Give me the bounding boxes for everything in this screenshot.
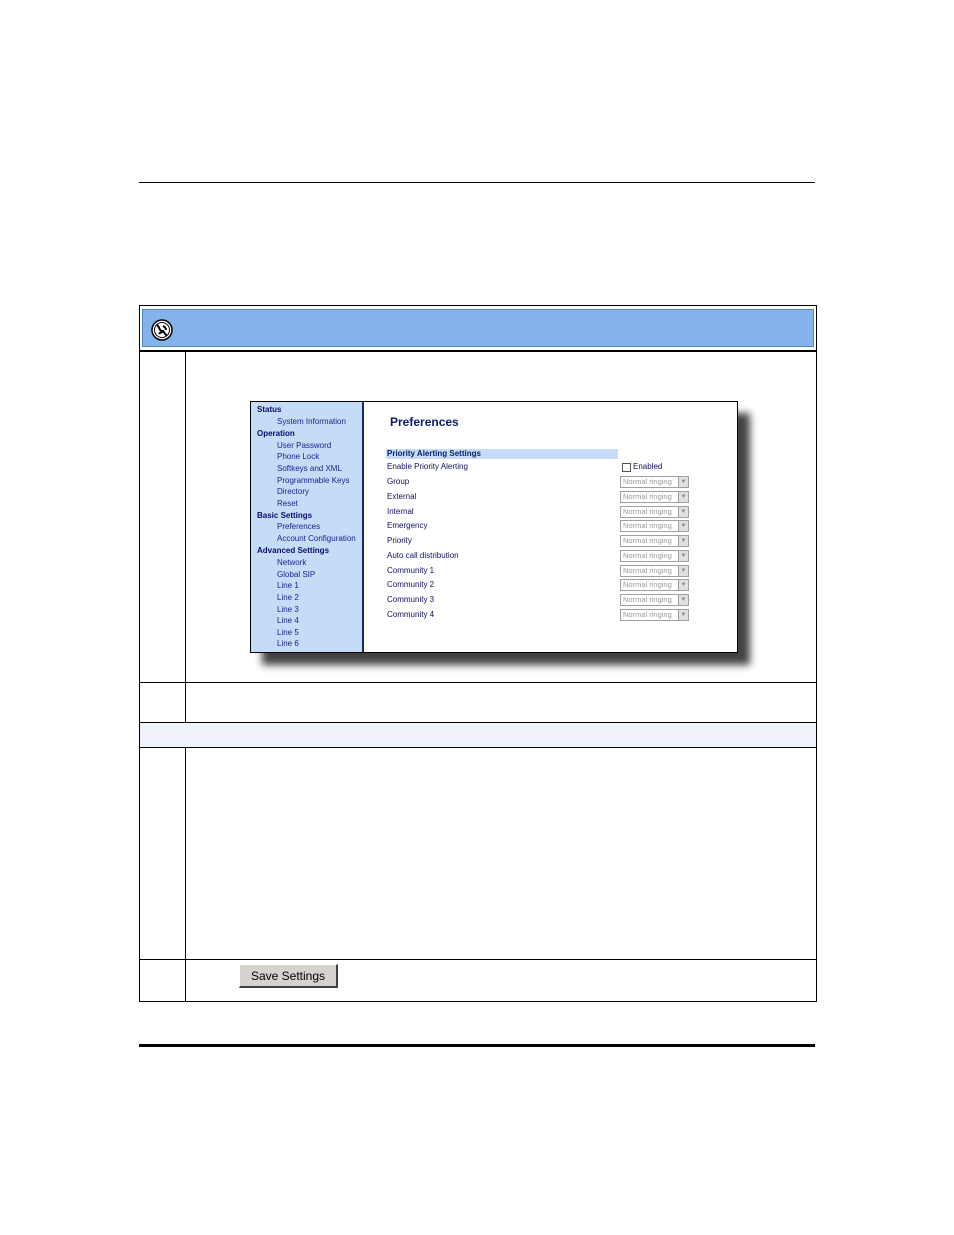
select-value: Normal ringing [623,551,672,560]
step-row-3 [139,748,817,960]
ring-tone-select[interactable]: Normal ringing ▼ [620,594,689,606]
chevron-down-icon[interactable]: ▼ [678,477,688,487]
ring-tone-select[interactable]: Normal ringing ▼ [620,565,689,577]
ring-tone-select[interactable]: Normal ringing ▼ [620,535,689,547]
step-number-cell [140,748,186,959]
field-label: Community 3 [387,595,435,604]
sidebar-item[interactable]: Programmable Keys [277,476,349,485]
enabled-label: Enabled [633,462,663,471]
select-value: Normal ringing [623,507,672,516]
select-value: Normal ringing [623,595,672,604]
sidebar-item[interactable]: User Password [277,441,331,450]
sidebar-item[interactable]: Softkeys and XML [277,464,342,473]
chevron-down-icon[interactable]: ▼ [678,492,688,502]
step-number-cell [140,682,186,722]
preferences-screenshot: Status System Information Operation User Pa… [250,401,738,653]
enable-priority-alerting-checkbox[interactable] [622,463,631,472]
ring-tone-select[interactable]: Normal ringing ▼ [620,476,689,488]
field-label: Group [387,477,410,486]
sidebar-item[interactable]: Line 5 [277,628,299,637]
ring-tone-select[interactable]: Normal ringing ▼ [620,491,689,503]
ring-tone-select[interactable]: Normal ringing ▼ [620,520,689,532]
bottom-rule [139,1044,815,1047]
ring-tone-select[interactable]: Normal ringing ▼ [620,506,689,518]
chevron-down-icon[interactable]: ▼ [678,566,688,576]
sidebar-item[interactable]: Line 2 [277,593,299,602]
select-value: Normal ringing [623,566,672,575]
select-value: Normal ringing [623,610,672,619]
chevron-down-icon[interactable]: ▼ [678,595,688,605]
select-value: Normal ringing [623,521,672,530]
chevron-down-icon[interactable]: ▼ [678,551,688,561]
chevron-down-icon[interactable]: ▼ [678,507,688,517]
sidebar-item[interactable]: Line 1 [277,581,299,590]
sidebar-item[interactable]: Account Configuration [277,534,356,543]
sidebar-section-heading[interactable]: Status [257,405,281,414]
sidebar-nav: Status System Information Operation User Pa… [251,402,364,652]
web-ui-globe-icon [151,319,173,341]
page-title: Preferences [390,415,459,429]
ring-tone-select[interactable]: Normal ringing ▼ [620,579,689,591]
field-label: Priority [387,536,412,545]
step-row-2 [139,682,817,723]
select-value: Normal ringing [623,536,672,545]
sidebar-section-heading[interactable]: Basic Settings [257,511,312,520]
chevron-down-icon[interactable]: ▼ [678,521,688,531]
select-value: Normal ringing [623,580,672,589]
chevron-down-icon[interactable]: ▼ [678,536,688,546]
sidebar-item[interactable]: Phone Lock [277,452,319,461]
chevron-down-icon[interactable]: ▼ [678,610,688,620]
save-settings-button[interactable]: Save Settings [239,964,338,988]
field-label: Community 2 [387,580,435,589]
sidebar-item[interactable]: Line 4 [277,616,299,625]
sidebar-section-heading[interactable]: Operation [257,429,295,438]
sidebar-item[interactable]: System Information [277,417,346,426]
select-value: Normal ringing [623,477,672,486]
section-title: Priority Alerting Settings [387,449,481,458]
section-divider-row [139,723,817,748]
section-header-bar: Priority Alerting Settings [386,449,618,459]
ring-tone-select[interactable]: Normal ringing ▼ [620,550,689,562]
sidebar-item[interactable]: Directory [277,487,309,496]
sidebar-section-heading[interactable]: Advanced Settings [257,546,329,555]
sidebar-item[interactable]: Global SIP [277,570,315,579]
preferences-pane: Preferences Priority Alerting Settings E… [364,402,737,652]
field-label: Community 4 [387,610,435,619]
table-header [139,305,817,351]
field-label: Community 1 [387,566,435,575]
sidebar-item[interactable]: Line 6 [277,639,299,648]
sidebar-item[interactable]: Preferences [277,522,320,531]
field-label: Emergency [387,521,428,530]
step-number-cell [140,352,186,682]
field-label: Auto call distribution [387,551,459,560]
enable-priority-alerting-label: Enable Priority Alerting [387,462,468,471]
step-number-cell [140,960,186,1001]
sidebar-item[interactable]: Network [277,558,306,567]
header-bar [142,309,814,347]
sidebar-item[interactable]: Line 3 [277,605,299,614]
ring-tone-select[interactable]: Normal ringing ▼ [620,609,689,621]
select-value: Normal ringing [623,492,672,501]
field-label: Internal [387,507,414,516]
sidebar-item[interactable]: Reset [277,499,298,508]
field-label: External [387,492,417,501]
top-rule [139,182,815,183]
chevron-down-icon[interactable]: ▼ [678,580,688,590]
